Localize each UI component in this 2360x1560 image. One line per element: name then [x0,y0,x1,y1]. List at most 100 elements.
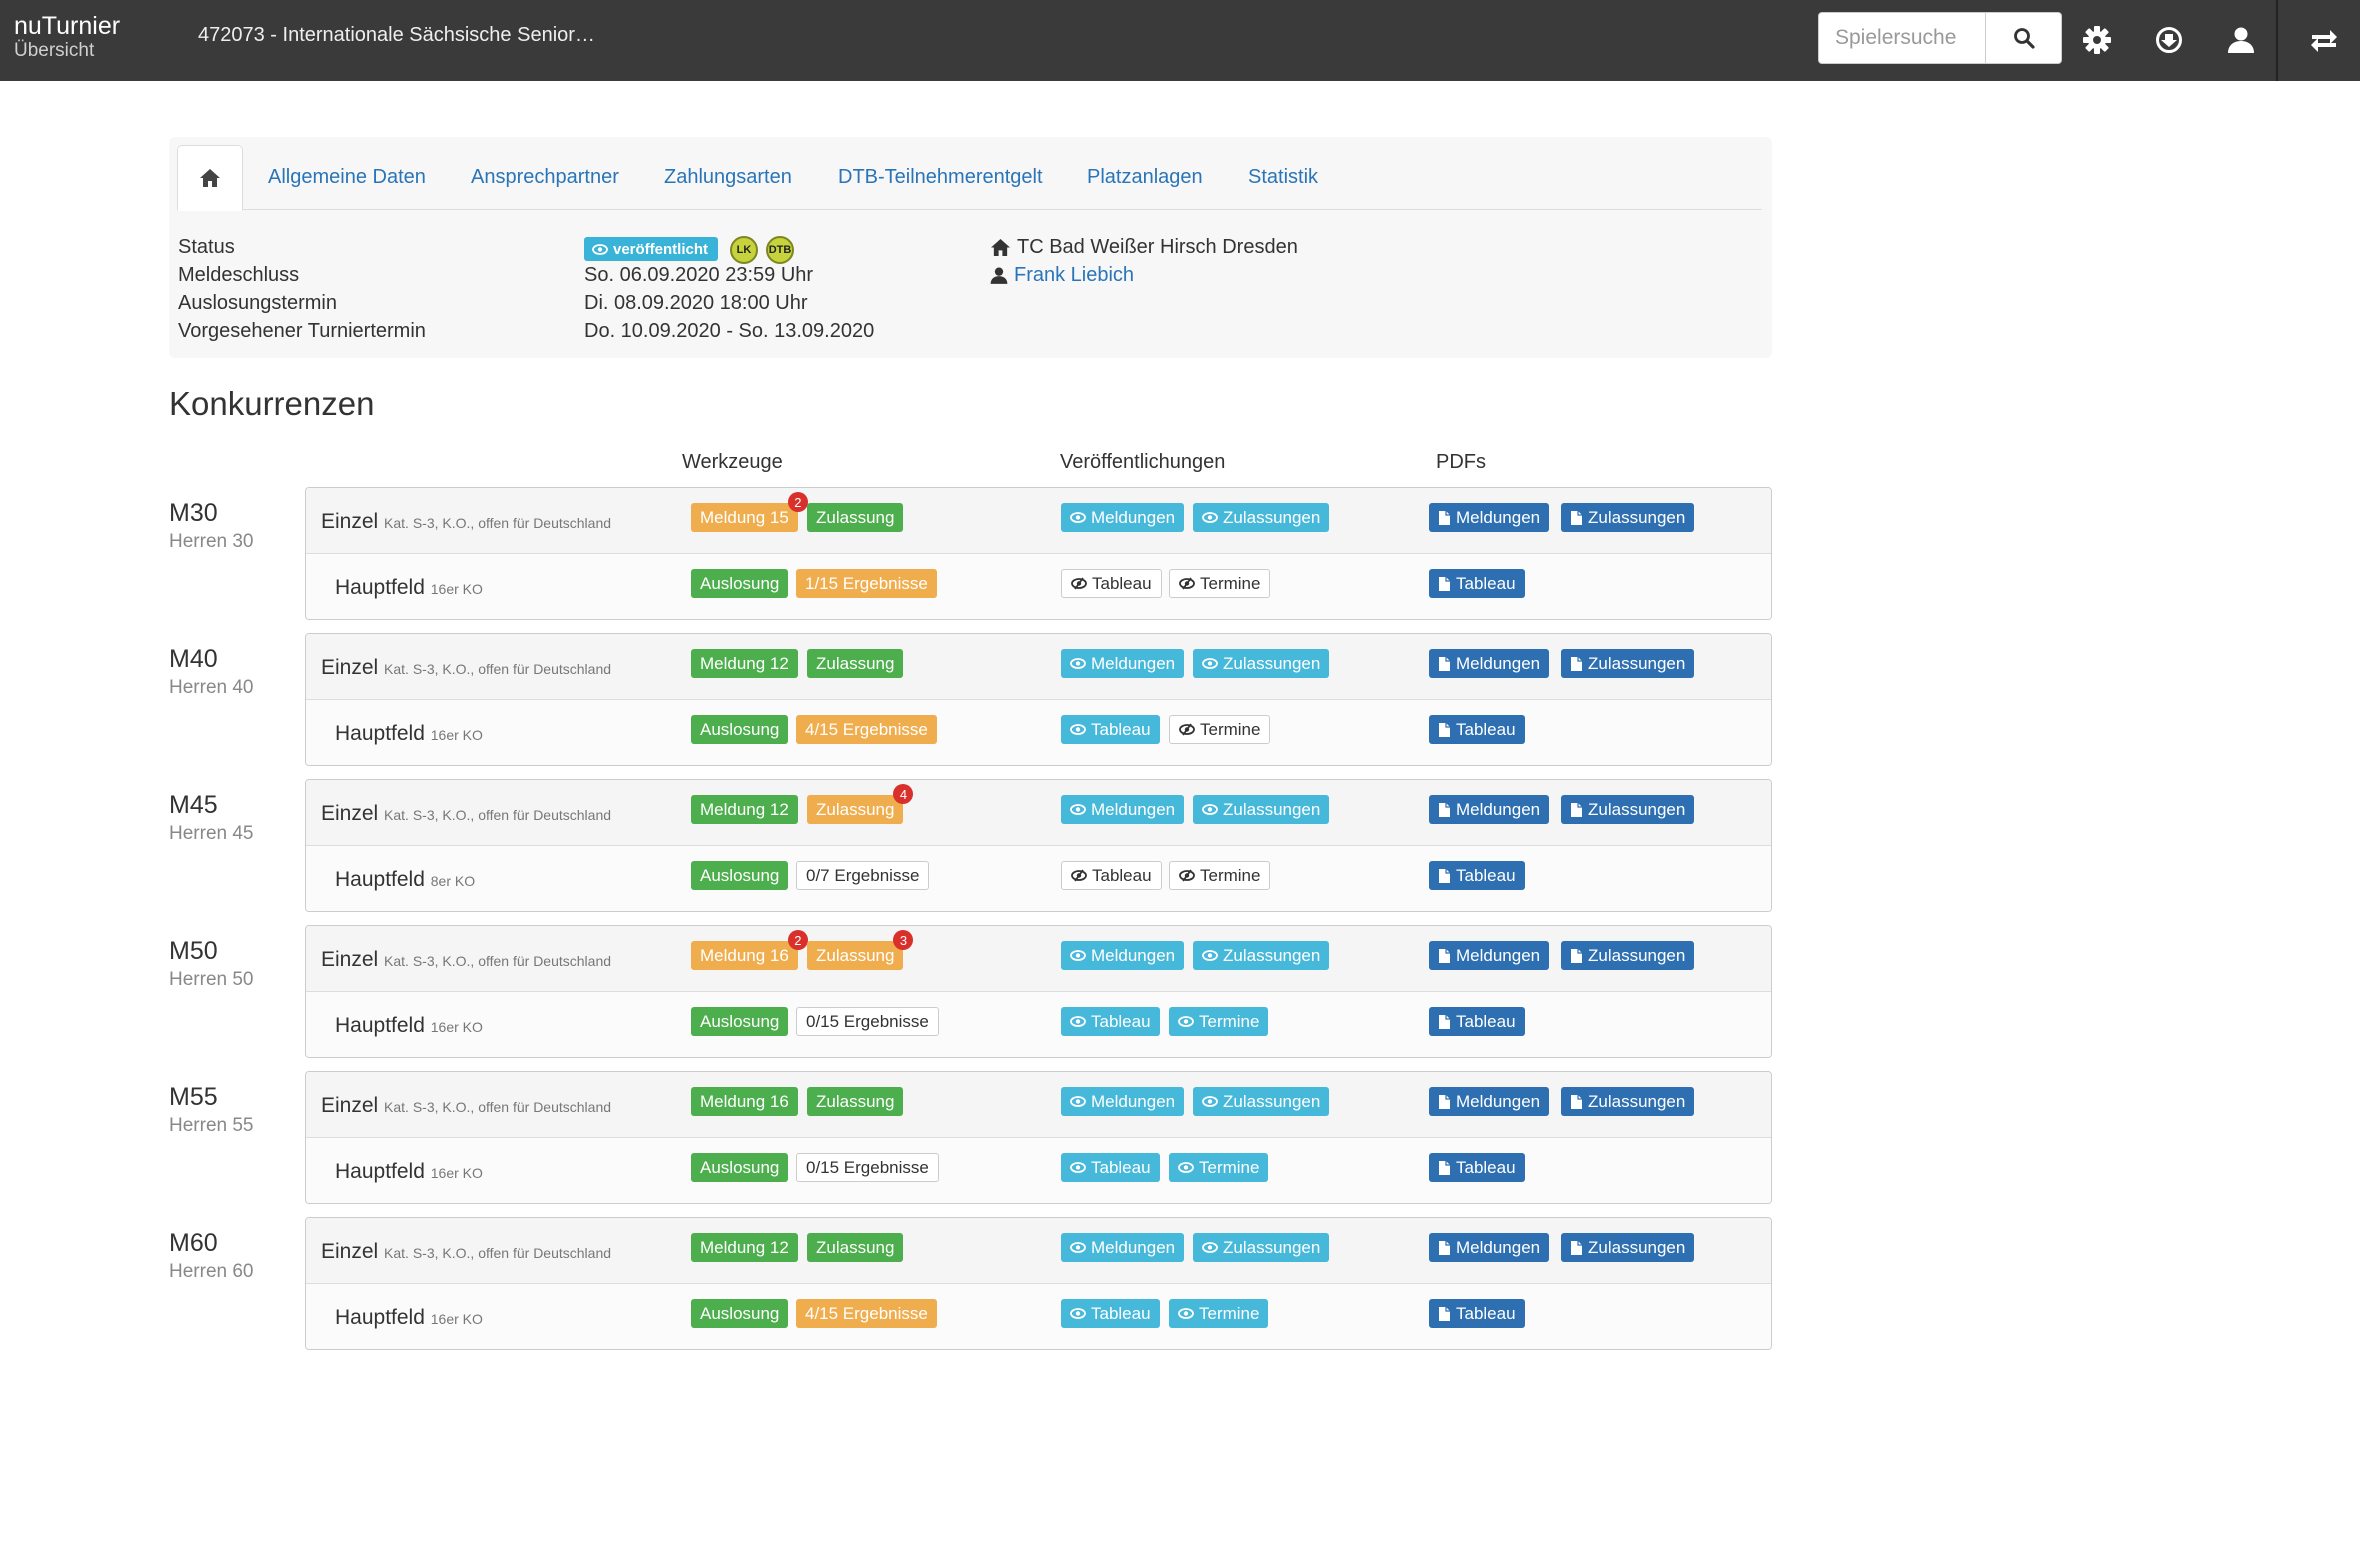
download-button[interactable] [2147,18,2191,62]
zulassung-button[interactable]: Zulassung [807,1087,904,1116]
pub-tableau-button[interactable]: Tableau [1061,861,1162,890]
turniertermin-value: Do. 10.09.2020 - So. 13.09.2020 [584,320,875,342]
contact-link[interactable]: Frank Liebich [990,264,1134,287]
pdf-meldungen-button[interactable]: Meldungen [1429,503,1550,532]
hauptfeld-title: Hauptfeld 8er KO [335,868,475,892]
auslosung-button[interactable]: Auslosung [691,715,789,744]
pub-zulassungen-button[interactable]: Zulassungen [1193,1087,1330,1116]
settings-button[interactable] [2075,18,2119,62]
brand[interactable]: nuTurnier Übersicht [14,13,120,62]
competition-code: M60 [169,1229,218,1257]
zulassung-button[interactable]: Zulassung 3 [807,930,914,970]
zulassung-button[interactable]: Zulassung [807,1233,904,1262]
file-icon [1571,1094,1582,1109]
meldung-button[interactable]: Meldung 12 [691,795,798,824]
pub-termine-button-text: Termine [1200,866,1261,885]
pdf-zulassungen-button[interactable]: Zulassungen [1561,795,1695,824]
switch-button[interactable] [2302,18,2346,62]
pub-tableau-button[interactable]: Tableau [1061,1299,1160,1328]
pdf-tableau-button[interactable]: Tableau [1429,1007,1525,1036]
tab-statistik[interactable]: Statistik [1248,145,1318,210]
auslosung-button[interactable]: Auslosung [691,1299,789,1328]
pub-tableau-button[interactable]: Tableau [1061,1007,1160,1036]
auslosung-button[interactable]: Auslosung [691,861,789,890]
zulassung-button[interactable]: Zulassung 4 [807,784,914,824]
auslosung-button[interactable]: Auslosung [691,1153,789,1182]
pdf-tableau-button-text: Tableau [1456,866,1516,885]
auslosung-button[interactable]: Auslosung [691,1007,789,1036]
pub-zulassungen-button-text: Zulassungen [1223,800,1321,819]
pub-meldungen-button[interactable]: Meldungen [1061,649,1185,678]
ergebnisse-button[interactable]: 4/15 Ergebnisse [796,715,937,744]
pub-termine-button[interactable]: Termine [1169,1153,1269,1182]
tab-home[interactable] [177,145,243,211]
eye-icon [1202,1096,1218,1107]
pub-zulassungen-button[interactable]: Zulassungen [1193,941,1330,970]
meldung-button[interactable]: Meldung 16 [691,1087,798,1116]
user-button[interactable] [2219,18,2263,62]
tab-platzanlagen[interactable]: Platzanlagen [1087,145,1203,210]
zulassung-button[interactable]: Zulassung [807,649,904,678]
meldung-button[interactable]: Meldung 12 [691,1233,798,1262]
tournament-title[interactable]: 472073 - Internationale Sächsische Senio… [198,24,595,47]
pdf-meldungen-button[interactable]: Meldungen [1429,795,1550,824]
pub-meldungen-button[interactable]: Meldungen [1061,1087,1185,1116]
pub-tableau-button-text: Tableau [1092,574,1152,593]
pub-meldungen-button[interactable]: Meldungen [1061,795,1185,824]
auslosung-button[interactable]: Auslosung [691,569,789,598]
pub-tableau-button[interactable]: Tableau [1061,715,1160,744]
pub-zulassungen-button[interactable]: Zulassungen [1193,1233,1330,1262]
einzel-label: Einzel [321,948,379,971]
pdf-tableau-button[interactable]: Tableau [1429,1299,1525,1328]
pdf-zulassungen-button[interactable]: Zulassungen [1561,1087,1695,1116]
tab-zahlungsarten[interactable]: Zahlungsarten [664,145,792,210]
eye-icon [1070,1242,1086,1253]
tab-ansprechpartner[interactable]: Ansprechpartner [471,145,619,210]
pub-zulassungen-button[interactable]: Zulassungen [1193,795,1330,824]
pub-meldungen-button[interactable]: Meldungen [1061,503,1185,532]
tab-dtb-teilnehmerentgelt[interactable]: DTB-Teilnehmerentgelt [838,145,1043,210]
pdf-meldungen-button[interactable]: Meldungen [1429,941,1550,970]
pub-termine-button[interactable]: Termine [1169,569,1271,598]
tab-allgemeine-daten[interactable]: Allgemeine Daten [268,145,426,210]
pub-zulassungen-button[interactable]: Zulassungen [1193,649,1330,678]
pdf-meldungen-button[interactable]: Meldungen [1429,1087,1550,1116]
pub-tableau-button-text: Tableau [1091,1012,1151,1031]
pub-termine-button[interactable]: Termine [1169,1299,1269,1328]
pdf-zulassungen-button[interactable]: Zulassungen [1561,503,1695,532]
file-icon [1439,1014,1450,1029]
pdf-meldungen-button[interactable]: Meldungen [1429,1233,1550,1262]
pub-tableau-button[interactable]: Tableau [1061,1153,1160,1182]
ergebnisse-button[interactable]: 0/15 Ergebnisse [796,1007,939,1036]
pub-meldungen-button-text: Meldungen [1091,654,1176,673]
pub-termine-button[interactable]: Termine [1169,715,1271,744]
pub-zulassungen-button[interactable]: Zulassungen [1193,503,1330,532]
pdf-tableau-button[interactable]: Tableau [1429,861,1525,890]
pub-meldungen-button[interactable]: Meldungen [1061,1233,1185,1262]
file-icon [1439,1160,1450,1175]
pdf-tableau-button[interactable]: Tableau [1429,715,1525,744]
pdf-zulassungen-button[interactable]: Zulassungen [1561,941,1695,970]
pub-meldungen-button[interactable]: Meldungen [1061,941,1185,970]
zulassung-button[interactable]: Zulassung [807,503,904,532]
ergebnisse-button[interactable]: 0/7 Ergebnisse [796,861,930,890]
pdf-tableau-button[interactable]: Tableau [1429,569,1525,598]
lk-badge: LK [730,236,758,264]
search-button[interactable] [1986,12,2062,64]
pdf-meldungen-button[interactable]: Meldungen [1429,649,1550,678]
ergebnisse-button[interactable]: 1/15 Ergebnisse [796,569,937,598]
meldung-button[interactable]: Meldung 12 [691,649,798,678]
pub-termine-button[interactable]: Termine [1169,861,1271,890]
pub-tableau-button[interactable]: Tableau [1061,569,1162,598]
pdf-zulassungen-button[interactable]: Zulassungen [1561,649,1695,678]
ergebnisse-button[interactable]: 0/15 Ergebnisse [796,1153,939,1182]
hauptfeld-label: Hauptfeld [335,1014,425,1037]
meldung-button[interactable]: Meldung 15 2 [691,492,808,532]
pdf-zulassungen-button[interactable]: Zulassungen [1561,1233,1695,1262]
pub-meldungen-button-text: Meldungen [1091,1092,1176,1111]
meldung-button[interactable]: Meldung 16 2 [691,930,808,970]
ergebnisse-button[interactable]: 4/15 Ergebnisse [796,1299,937,1328]
search-input[interactable] [1818,12,1986,64]
pub-termine-button[interactable]: Termine [1169,1007,1269,1036]
pdf-tableau-button[interactable]: Tableau [1429,1153,1525,1182]
